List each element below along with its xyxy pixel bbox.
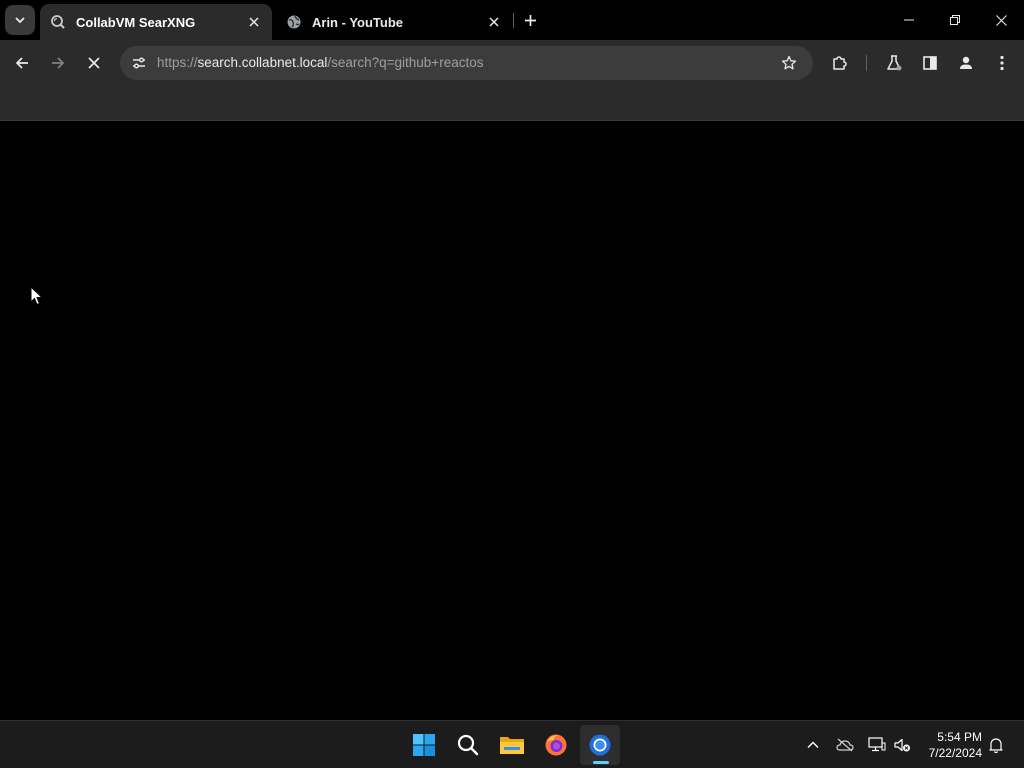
tab-separator bbox=[513, 13, 514, 28]
clock-date: 7/22/2024 bbox=[928, 746, 982, 760]
flask-icon bbox=[887, 55, 902, 71]
arrow-right-icon bbox=[52, 57, 65, 69]
clock[interactable]: 5:54 PM 7/22/2024 bbox=[918, 729, 982, 761]
network-button[interactable] bbox=[865, 733, 889, 757]
profile-button[interactable] bbox=[952, 49, 980, 77]
arrow-left-icon bbox=[15, 57, 28, 69]
puzzle-icon bbox=[833, 56, 847, 70]
mouse-cursor-icon bbox=[30, 286, 44, 306]
tab-collabvm-searxng[interactable]: CollabVM SearXNG bbox=[40, 4, 272, 40]
start-icon bbox=[413, 734, 435, 756]
tab-title: CollabVM SearXNG bbox=[76, 14, 196, 30]
chrome-button[interactable] bbox=[580, 725, 620, 765]
extensions-button[interactable] bbox=[826, 49, 854, 77]
restore-icon bbox=[950, 15, 960, 25]
forward-button[interactable] bbox=[44, 49, 72, 77]
clock-time: 5:54 PM bbox=[937, 730, 982, 744]
close-window-button[interactable] bbox=[978, 4, 1024, 36]
search-icon bbox=[457, 734, 479, 756]
onedrive-icon bbox=[836, 738, 854, 752]
tab-strip: CollabVM SearXNG Arin - YouTube bbox=[0, 0, 1024, 40]
close-icon bbox=[489, 17, 499, 27]
star-icon bbox=[781, 55, 797, 70]
bookmark-button[interactable] bbox=[776, 50, 802, 76]
new-tab-button[interactable] bbox=[520, 10, 540, 30]
chevron-down-icon bbox=[15, 17, 25, 24]
tab-search-button[interactable] bbox=[5, 5, 35, 35]
tab-title: Arin - YouTube bbox=[312, 14, 403, 30]
url-path: /search?q=github+reactos bbox=[327, 55, 484, 70]
firefox-icon bbox=[545, 734, 567, 756]
chrome-icon bbox=[589, 734, 611, 756]
restore-button[interactable] bbox=[932, 4, 978, 36]
url-host: search.collabnet.local bbox=[197, 55, 328, 70]
minimize-button[interactable] bbox=[886, 4, 932, 36]
tune-icon bbox=[133, 57, 145, 69]
back-button[interactable] bbox=[8, 49, 36, 77]
file-explorer-icon bbox=[500, 737, 524, 754]
globe-icon bbox=[286, 14, 302, 30]
url-scheme: https:// bbox=[157, 55, 198, 70]
address-bar[interactable]: https://search.collabnet.local/search?q=… bbox=[120, 46, 813, 80]
taskbar: 5:54 PM 7/22/2024 bbox=[0, 720, 1024, 768]
volume-muted-icon bbox=[894, 738, 910, 752]
side-panel-button[interactable] bbox=[916, 49, 944, 77]
active-app-indicator bbox=[593, 761, 609, 764]
tab-close-button[interactable] bbox=[484, 12, 504, 32]
browser-toolbar: https://search.collabnet.local/search?q=… bbox=[0, 40, 1024, 86]
searxng-icon bbox=[50, 14, 66, 30]
chevron-up-icon bbox=[807, 741, 819, 748]
start-button[interactable] bbox=[404, 725, 444, 765]
tab-close-button[interactable] bbox=[244, 12, 264, 32]
close-icon bbox=[249, 17, 259, 27]
bookmarks-bar bbox=[0, 86, 1024, 121]
firefox-button[interactable] bbox=[536, 725, 576, 765]
close-icon bbox=[88, 57, 100, 69]
tab-arin-youtube[interactable]: Arin - YouTube bbox=[276, 4, 512, 40]
url-text[interactable]: https://search.collabnet.local/search?q=… bbox=[157, 55, 483, 70]
show-hidden-icons-button[interactable] bbox=[801, 733, 825, 757]
close-icon bbox=[995, 14, 1007, 26]
labs-button[interactable] bbox=[880, 49, 908, 77]
menu-button[interactable] bbox=[988, 49, 1016, 77]
notifications-icon bbox=[989, 738, 1003, 753]
file-explorer-button[interactable] bbox=[492, 725, 532, 765]
toolbar-separator bbox=[866, 55, 867, 71]
taskbar-search-button[interactable] bbox=[448, 725, 488, 765]
onedrive-button[interactable] bbox=[833, 733, 857, 757]
network-icon bbox=[868, 737, 886, 752]
minimize-icon bbox=[904, 19, 914, 21]
notifications-button[interactable] bbox=[984, 733, 1008, 757]
stop-loading-button[interactable] bbox=[80, 49, 108, 77]
person-icon bbox=[960, 56, 972, 69]
side-panel-icon bbox=[923, 56, 937, 70]
volume-button[interactable] bbox=[890, 733, 914, 757]
more-vertical-icon bbox=[1000, 55, 1004, 71]
page-content[interactable] bbox=[0, 121, 1024, 720]
plus-icon bbox=[524, 14, 536, 26]
site-info-button[interactable] bbox=[126, 50, 152, 76]
